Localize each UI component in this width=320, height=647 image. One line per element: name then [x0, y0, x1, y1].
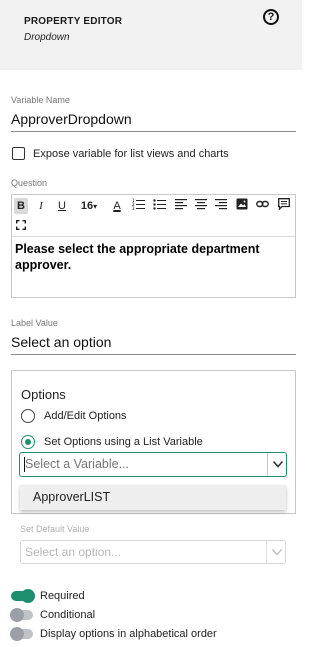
conditional-toggle-row[interactable]: Conditional	[10, 608, 96, 622]
dropdown-option[interactable]: ApproverLIST	[33, 490, 110, 504]
image-icon[interactable]	[235, 198, 249, 214]
font-size-value: 16	[80, 200, 94, 212]
conditional-toggle[interactable]	[10, 608, 33, 622]
align-center-icon[interactable]	[194, 198, 208, 214]
panel-title: PROPERTY EDITOR	[24, 16, 123, 27]
label-value-input[interactable]: Select an option	[11, 334, 111, 350]
label-value-label: Label Value	[11, 318, 58, 328]
ordered-list-icon[interactable]: 123	[131, 198, 145, 214]
default-value-placeholder: Select an option...	[25, 545, 122, 559]
list-variable-radio-row[interactable]: Set Options using a List Variable	[21, 435, 203, 449]
comment-icon[interactable]	[277, 198, 291, 214]
expose-variable-label: Expose variable for list views and chart…	[33, 147, 229, 160]
fullscreen-icon[interactable]	[15, 219, 27, 235]
question-label: Question	[11, 178, 48, 188]
add-edit-options-label: Add/Edit Options	[44, 410, 127, 422]
list-variable-radio[interactable]	[21, 435, 35, 449]
variable-name-label: Variable Name	[11, 95, 70, 105]
underline-button[interactable]: U	[56, 198, 68, 214]
alphabetical-toggle-row[interactable]: Display options in alphabetical order	[10, 627, 217, 641]
property-editor-header: PROPERTY EDITOR Dropdown ?	[0, 0, 302, 70]
align-right-icon[interactable]	[214, 198, 228, 214]
chevron-down-icon[interactable]	[266, 541, 286, 563]
variable-select-placeholder: Select a Variable...	[25, 457, 129, 471]
expose-variable-row[interactable]: Expose variable for list views and chart…	[12, 147, 229, 160]
align-left-icon[interactable]	[174, 198, 188, 214]
variable-name-input[interactable]: ApproverDropdown	[11, 111, 132, 127]
variable-name-underline	[11, 131, 296, 132]
unordered-list-icon[interactable]	[152, 198, 166, 214]
add-edit-options-radio-row[interactable]: Add/Edit Options	[21, 409, 127, 423]
required-toggle[interactable]	[11, 589, 35, 603]
link-icon[interactable]	[255, 198, 269, 214]
bold-button[interactable]: B	[14, 198, 28, 214]
add-edit-options-radio[interactable]	[21, 409, 35, 423]
list-variable-label: Set Options using a List Variable	[44, 436, 203, 448]
default-value-label: Set Default Value	[20, 524, 90, 534]
expose-variable-checkbox[interactable]	[12, 147, 25, 160]
label-value-underline	[11, 354, 296, 355]
question-rich-text-editor[interactable]: B I U 16▾ A 123 Please select the approp…	[11, 194, 296, 298]
options-title: Options	[21, 387, 66, 402]
variable-select[interactable]: Select a Variable...	[19, 452, 287, 477]
rte-toolbar: B I U 16▾ A 123	[12, 195, 295, 237]
chevron-down-icon[interactable]	[267, 453, 287, 476]
question-content[interactable]: Please select the appropriate department…	[15, 241, 293, 273]
font-color-button[interactable]: A	[110, 198, 124, 214]
panel-subtitle: Dropdown	[24, 32, 70, 43]
svg-text:3: 3	[132, 206, 135, 210]
font-size-select[interactable]: 16▾	[76, 198, 102, 214]
default-value-select[interactable]: Select an option...	[20, 540, 286, 564]
italic-button[interactable]: I	[36, 198, 46, 214]
alphabetical-label: Display options in alphabetical order	[40, 628, 217, 640]
required-toggle-row[interactable]: Required	[11, 589, 85, 603]
font-size-caret-icon: ▾	[93, 202, 98, 211]
alphabetical-toggle[interactable]	[10, 627, 33, 641]
variable-dropdown-menu: ApproverLIST	[20, 485, 286, 510]
question-circle-icon[interactable]: ?	[263, 9, 279, 25]
conditional-label: Conditional	[40, 609, 96, 621]
required-label: Required	[40, 590, 85, 602]
